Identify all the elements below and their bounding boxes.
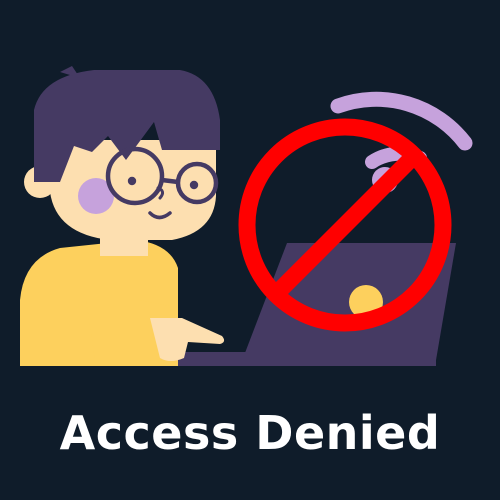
person-figure bbox=[20, 66, 225, 366]
illustration bbox=[20, 66, 473, 366]
access-denied-graphic: Access Denied bbox=[0, 0, 500, 500]
access-denied-caption: Access Denied bbox=[59, 406, 441, 460]
